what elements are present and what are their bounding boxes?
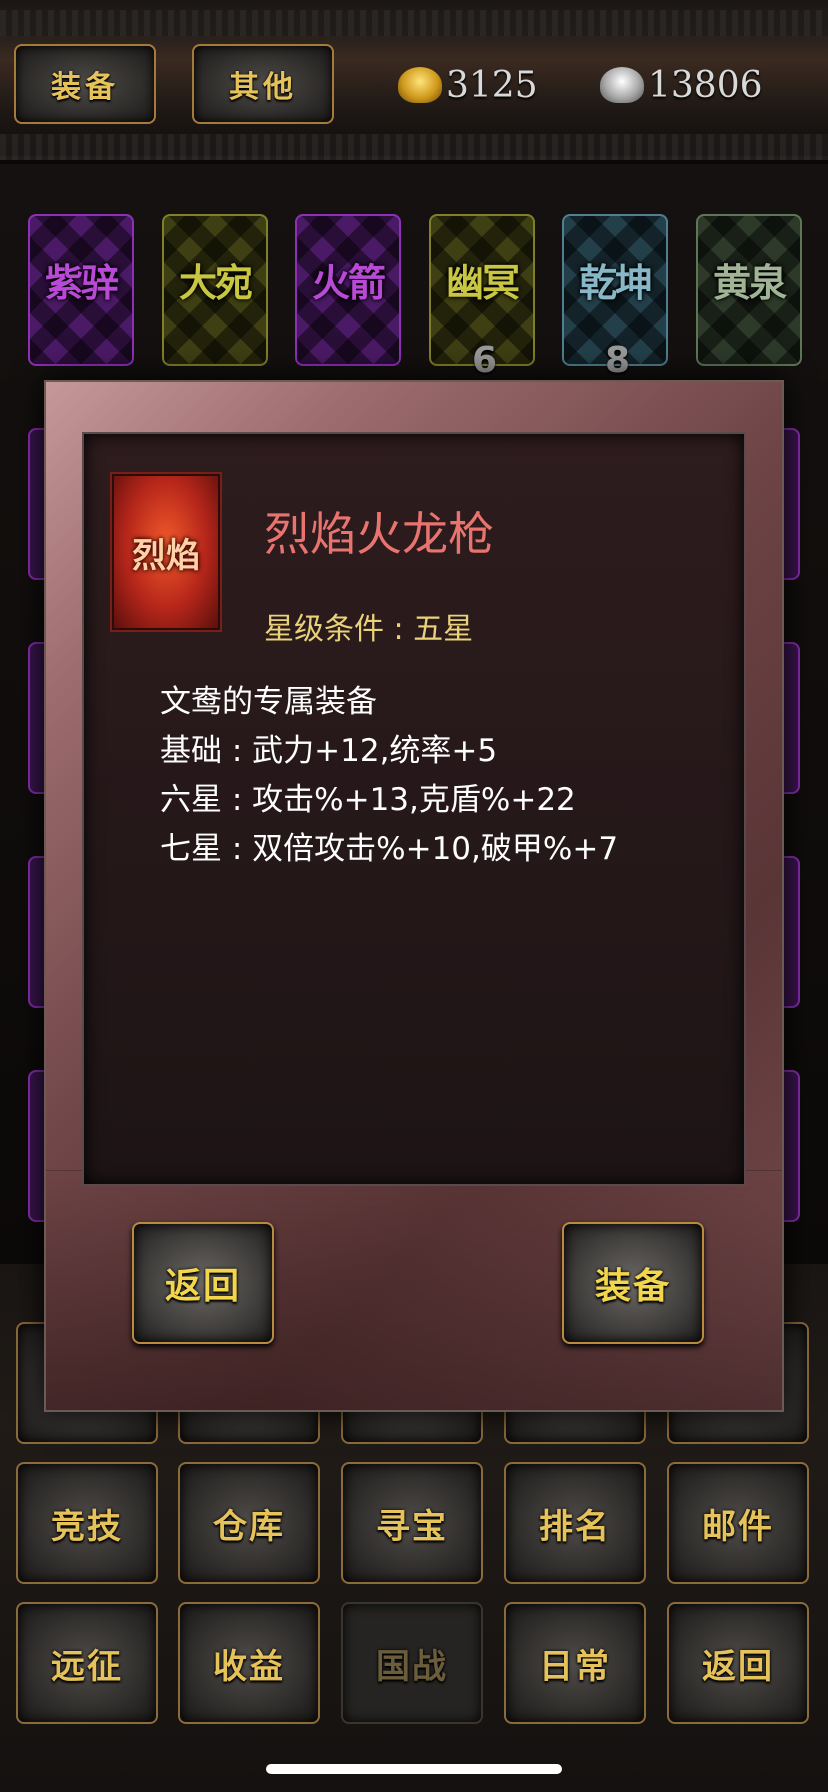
star-condition: 星级条件 : 五星 xyxy=(264,612,474,647)
tab-other-button[interactable]: 其他 xyxy=(192,44,334,124)
menu-treasure-button[interactable]: 寻宝 xyxy=(341,1462,483,1584)
dialog-back-button[interactable]: 返回 xyxy=(132,1222,274,1344)
card-name: 乾坤 xyxy=(578,261,653,305)
item-info-panel: 烈焰 烈焰火龙枪 星级条件 : 五星 文鸯的专属装备 基础 : 武力+12,统率… xyxy=(82,432,746,1186)
menu-expedition-button[interactable]: 远征 xyxy=(16,1602,158,1724)
menu-mail-button[interactable]: 邮件 xyxy=(667,1462,809,1584)
item-description: 文鸯的专属装备 基础 : 武力+12,统率+5 六星 : 攻击%+13,克盾%+… xyxy=(160,678,618,874)
menu-warehouse-button[interactable]: 仓库 xyxy=(178,1462,320,1584)
menu-income-button[interactable]: 收益 xyxy=(178,1602,320,1724)
card-zixing[interactable]: 紫骍 xyxy=(28,214,134,366)
card-name: 紫骍 xyxy=(44,261,119,305)
menu-back-button[interactable]: 返回 xyxy=(667,1602,809,1724)
bottom-stripe xyxy=(0,134,828,160)
card-name: 大宛 xyxy=(178,261,253,305)
card-name: 黄泉 xyxy=(712,261,787,305)
tab-equipment-button[interactable]: 装备 xyxy=(14,44,156,124)
menu-national-war-button[interactable]: 国战 xyxy=(341,1602,483,1724)
silver-counter: 13806 xyxy=(600,60,763,110)
menu-arena-button[interactable]: 竞技 xyxy=(16,1462,158,1584)
description-line: 文鸯的专属装备 xyxy=(160,684,377,720)
description-line: 七星 : 双倍攻击%+10,破甲%+7 xyxy=(160,831,619,867)
silver-amount: 13806 xyxy=(648,64,763,106)
card-huangquan[interactable]: 黄泉 xyxy=(696,214,802,366)
description-line: 六星 : 攻击%+13,克盾%+22 xyxy=(160,782,576,818)
gold-ingot-icon xyxy=(398,67,442,103)
description-line: 基础 : 武力+12,统率+5 xyxy=(160,733,498,769)
item-name: 烈焰火龙枪 xyxy=(264,507,494,561)
gold-counter: 3125 xyxy=(398,60,538,110)
card-dawan[interactable]: 大宛 xyxy=(162,214,268,366)
top-stripe xyxy=(0,10,828,36)
item-detail-dialog: 烈焰 烈焰火龙枪 星级条件 : 五星 文鸯的专属装备 基础 : 武力+12,统率… xyxy=(44,380,784,1412)
home-indicator[interactable] xyxy=(266,1764,562,1774)
card-name: 火箭 xyxy=(311,261,386,305)
silver-ingot-icon xyxy=(600,67,644,103)
item-icon-label: 烈焰 xyxy=(132,535,200,576)
card-name: 幽冥 xyxy=(445,261,520,305)
menu-daily-button[interactable]: 日常 xyxy=(504,1602,646,1724)
card-count-youming: 6 xyxy=(472,340,498,381)
card-count-qiankun: 8 xyxy=(605,340,631,381)
spear-icon: 烈焰 xyxy=(112,474,220,630)
menu-ranking-button[interactable]: 排名 xyxy=(504,1462,646,1584)
card-huojian[interactable]: 火箭 xyxy=(295,214,401,366)
gold-amount: 3125 xyxy=(446,64,538,106)
dialog-equip-button[interactable]: 装备 xyxy=(562,1222,704,1344)
